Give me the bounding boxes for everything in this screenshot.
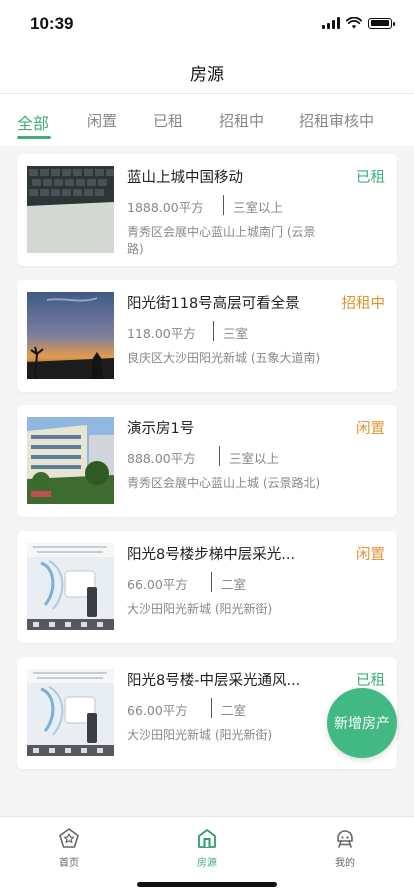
listing-address: 青秀区会展中心蓝山上城 (云景路北) <box>127 476 321 490</box>
listing-title: 阳光街118号高层可看全景 <box>127 296 300 312</box>
listing-address: 大沙田阳光新城 (阳光新街) <box>127 602 273 616</box>
listing-title: 阳光8号楼-中层采光通风... <box>127 673 301 689</box>
status-badge: 已租 <box>356 170 385 186</box>
listing-card[interactable]: 阳光8号楼步梯中层采光... 闲置 66.00平方 二室 大沙田阳光新城 (阳光… <box>17 531 397 643</box>
listing-rooms: 三室以上 <box>229 451 280 466</box>
status-badge: 已租 <box>356 673 385 689</box>
listing-area: 888.00平方 <box>127 451 196 466</box>
status-icons <box>322 17 395 29</box>
listing-rooms: 二室 <box>221 703 247 718</box>
status-badge: 闲置 <box>356 547 385 563</box>
listing-area: 1888.00平方 <box>127 200 204 215</box>
home-indicator <box>137 882 277 887</box>
home-icon <box>59 828 79 848</box>
listing-rooms: 二室 <box>221 577 247 592</box>
divider <box>211 698 212 718</box>
listing-area: 118.00平方 <box>127 326 196 341</box>
listing-rooms: 三室 <box>223 326 249 341</box>
listing-card[interactable]: 演示房1号 闲置 888.00平方 三室以上 青秀区会展中心蓝山上城 (云景路北… <box>17 405 397 517</box>
listing-address: 青秀区会展中心蓝山上城南门 (云景路) <box>127 225 316 256</box>
page-title: 房源 <box>190 65 224 85</box>
listing-image-building <box>27 417 114 504</box>
nav-label-listings: 房源 <box>197 858 217 869</box>
nav-item-listings[interactable]: 房源 <box>167 827 247 869</box>
house-icon <box>198 829 216 848</box>
tab-for-rent-review[interactable]: 招租审核中 <box>299 110 374 131</box>
status-time: 10:39 <box>30 14 74 33</box>
battery-icon <box>368 17 395 29</box>
listing-title: 演示房1号 <box>127 421 195 437</box>
nav-label-home: 首页 <box>59 858 79 869</box>
status-bar: 10:39 <box>0 0 414 50</box>
listing-image-sunset <box>27 292 114 379</box>
listing-area: 66.00平方 <box>127 703 188 718</box>
listing-address: 良庆区大沙田阳光新城 (五象大道南) <box>127 351 321 365</box>
nav-label-profile: 我的 <box>335 858 355 869</box>
filter-tabs: 全部 闲置 已租 招租中 招租审核中 <box>0 94 414 146</box>
divider <box>223 195 224 215</box>
tab-rented[interactable]: 已租 <box>153 110 183 131</box>
listing-address: 大沙田阳光新城 (阳光新街) <box>127 728 273 742</box>
listing-title: 蓝山上城中国移动 <box>127 170 243 186</box>
tab-for-rent[interactable]: 招租中 <box>219 110 264 131</box>
active-tab-indicator <box>17 136 51 139</box>
divider <box>219 446 220 466</box>
listing-title: 阳光8号楼步梯中层采光... <box>127 547 296 563</box>
listing-card[interactable]: 蓝山上城中国移动 已租 1888.00平方 三室以上 青秀区会展中心蓝山上城南门… <box>17 154 397 266</box>
profile-icon <box>337 830 353 848</box>
divider <box>213 321 214 341</box>
listing-image-keyboard <box>27 166 114 253</box>
listing-image-appliance <box>27 669 114 756</box>
tab-all[interactable]: 全部 <box>17 110 49 134</box>
divider <box>211 572 212 592</box>
listing-area: 66.00平方 <box>127 577 188 592</box>
status-badge: 招租中 <box>341 296 386 312</box>
listing-card[interactable]: 阳光街118号高层可看全景 招租中 118.00平方 三室 良庆区大沙田阳光新城… <box>17 280 397 392</box>
nav-item-home[interactable]: 首页 <box>29 827 109 869</box>
navigation-bar: 房源 <box>0 50 414 94</box>
status-badge: 闲置 <box>356 421 385 437</box>
signal-icon <box>322 17 340 29</box>
nav-item-profile[interactable]: 我的 <box>305 827 385 869</box>
listing-rooms: 三室以上 <box>233 200 284 215</box>
listing-image-appliance <box>27 543 114 630</box>
add-property-button[interactable]: 新增房产 <box>327 688 397 758</box>
wifi-icon <box>346 17 362 29</box>
tab-idle[interactable]: 闲置 <box>87 110 117 131</box>
